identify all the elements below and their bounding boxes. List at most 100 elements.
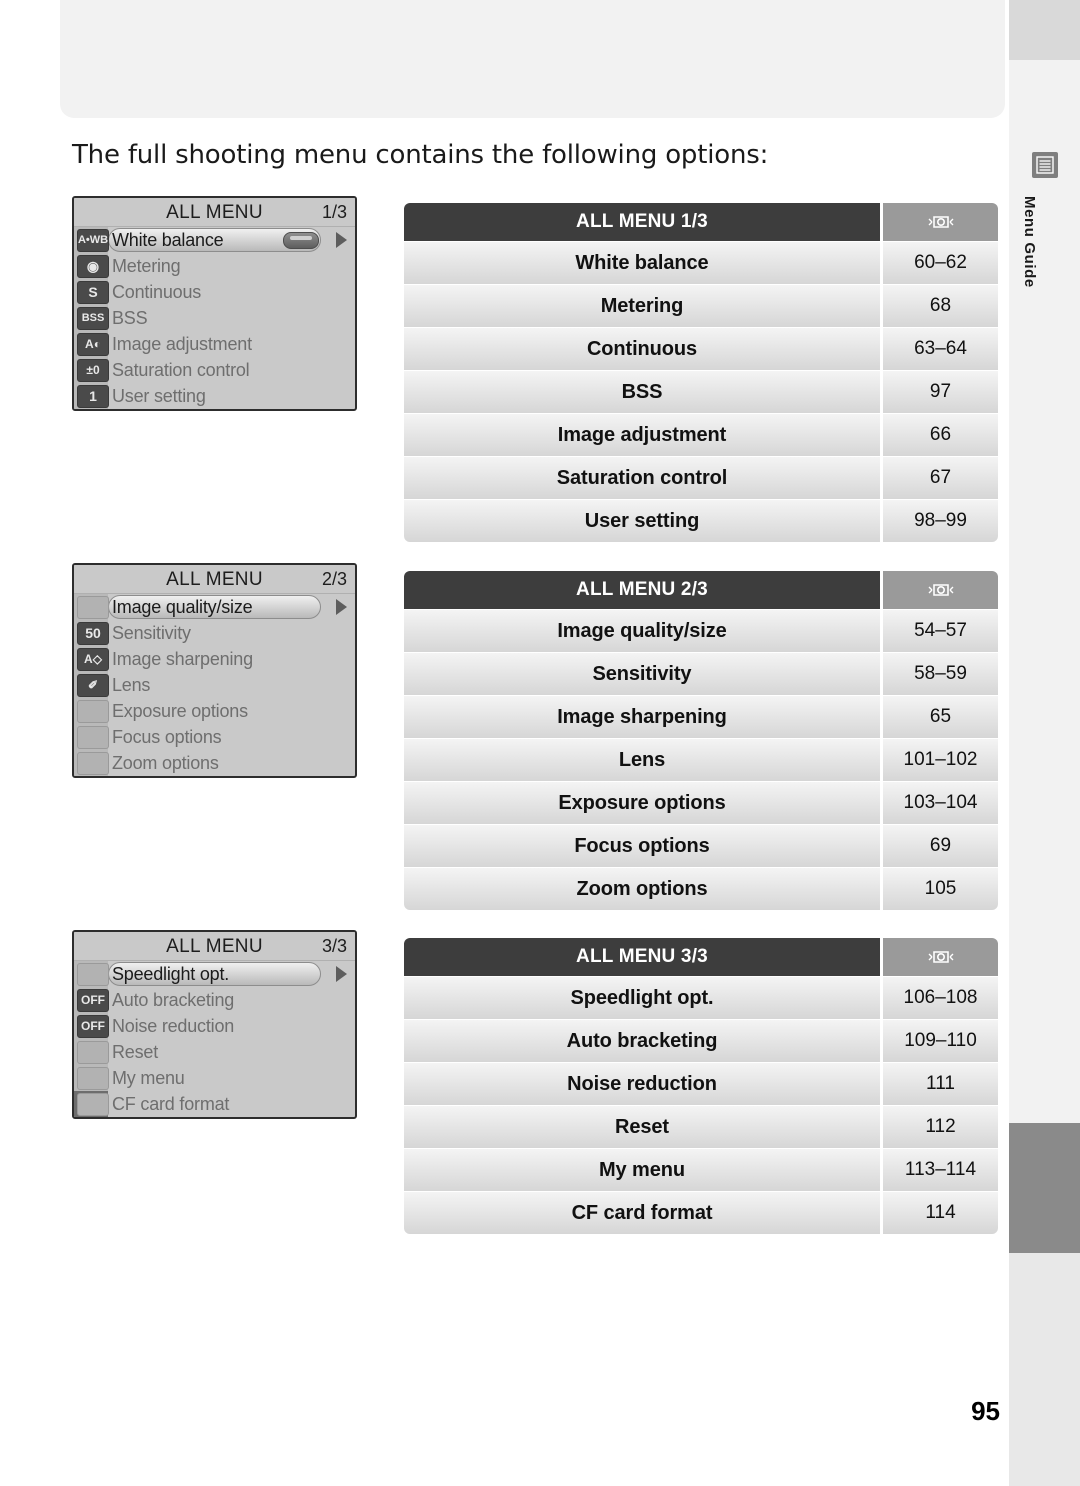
- row-label: Image quality/size: [404, 610, 880, 652]
- lcd-row[interactable]: Zoom options: [74, 750, 355, 776]
- lcd-row[interactable]: 50 Sensitivity: [74, 620, 355, 646]
- saturation-icon: ±0: [77, 358, 109, 382]
- lcd-row[interactable]: ✐ Lens: [74, 672, 355, 698]
- lcd-row[interactable]: A◐ Image adjustment: [74, 331, 355, 357]
- lcd-row[interactable]: Reset: [74, 1039, 355, 1065]
- row-pages: 109–110: [880, 1020, 998, 1062]
- row-label: Zoom options: [404, 868, 880, 910]
- lcd-row[interactable]: OFF Auto bracketing: [74, 987, 355, 1013]
- lcd-row[interactable]: Image quality/size: [74, 594, 355, 620]
- user-setting-icon: 1: [77, 384, 109, 408]
- row-label: Lens: [112, 674, 151, 695]
- lcd-row[interactable]: ±0 Saturation control: [74, 357, 355, 383]
- row-label: Image adjustment: [112, 333, 252, 354]
- row-icon: A◐: [74, 332, 112, 356]
- row-pages: 58–59: [880, 653, 998, 695]
- table-title: ALL MENU 1/3: [404, 203, 880, 241]
- row-icon: 50: [74, 621, 112, 645]
- rail-section-label: Menu Guide: [1021, 196, 1038, 288]
- menu-icon: [1032, 152, 1058, 178]
- lcd-row[interactable]: S Continuous: [74, 279, 355, 305]
- row-label: Saturation control: [112, 359, 250, 380]
- row-icon: [74, 1092, 112, 1116]
- table-row: Zoom options 105: [404, 868, 998, 910]
- row-pages: 97: [880, 371, 998, 413]
- page-header-band: [60, 0, 1005, 118]
- lcd-row[interactable]: Exposure options: [74, 698, 355, 724]
- blank-icon: [77, 751, 109, 775]
- lcd-row[interactable]: 1 User setting: [74, 383, 355, 409]
- row-label: Image adjustment: [404, 414, 880, 456]
- row-pages: 111: [880, 1063, 998, 1105]
- blank-icon: [77, 962, 109, 986]
- row-label: Image quality/size: [112, 596, 253, 617]
- row-label: Speedlight opt.: [404, 977, 880, 1019]
- blank-icon: [77, 595, 109, 619]
- chevron-right-icon: [336, 599, 347, 615]
- row-pages: 98–99: [880, 500, 998, 542]
- row-icon: [74, 962, 112, 986]
- continuous-icon: S: [77, 280, 109, 304]
- row-icon: ±0: [74, 358, 112, 382]
- row-icon: [74, 725, 112, 749]
- row-pages: 63–64: [880, 328, 998, 370]
- lcd-row-list: Speedlight opt. OFF Auto bracketing OFF …: [74, 961, 355, 1117]
- row-icon: [74, 699, 112, 723]
- table-row: CF card format 114: [404, 1192, 998, 1234]
- lcd-title: ALL MENU: [166, 202, 263, 223]
- row-label: White balance: [112, 229, 224, 250]
- lcd-row[interactable]: ◉ Metering: [74, 253, 355, 279]
- table-row: Image sharpening 65: [404, 696, 998, 738]
- row-label: My menu: [404, 1149, 880, 1191]
- table-row: Lens 101–102: [404, 739, 998, 781]
- row-pages: 67: [880, 457, 998, 499]
- lcd-row[interactable]: A•WB White balance: [74, 227, 355, 253]
- rail-block-dark: [1009, 1123, 1080, 1253]
- row-label: Reset: [404, 1106, 880, 1148]
- chevron-right-icon: [336, 966, 347, 982]
- menu-table-1: ALL MENU 1/3 White balance 60–62 Metering…: [404, 203, 998, 542]
- lcd-page-indicator: 1/3: [321, 202, 347, 222]
- auto-bracketing-icon: OFF: [77, 988, 109, 1012]
- lcd-page-indicator: 2/3: [321, 569, 347, 589]
- table-row: Noise reduction 111: [404, 1063, 998, 1105]
- row-icon: A◇: [74, 647, 112, 671]
- lcd-row[interactable]: CF card format: [74, 1091, 355, 1117]
- bss-icon: BSS: [77, 306, 109, 330]
- table-row: Image quality/size 54–57: [404, 610, 998, 652]
- table-title: ALL MENU 2/3: [404, 571, 880, 609]
- row-icon: ✐: [74, 673, 112, 697]
- rail-block-bottom: [1009, 1253, 1080, 1486]
- row-label: Noise reduction: [112, 1015, 235, 1036]
- lcd-screenshot-3: ALL MENU 3/3 Speedlight opt. OFF Auto br…: [72, 930, 357, 1119]
- row-label: Focus options: [112, 726, 222, 747]
- row-label: Auto bracketing: [112, 989, 235, 1010]
- lcd-row[interactable]: My menu: [74, 1065, 355, 1091]
- row-label: User setting: [112, 385, 206, 406]
- row-label: CF card format: [112, 1093, 230, 1114]
- row-label: CF card format: [404, 1192, 880, 1234]
- lcd-row-list: Image quality/size 50 Sensitivity A◇ Ima…: [74, 594, 355, 776]
- table-row: My menu 113–114: [404, 1149, 998, 1191]
- lcd-row[interactable]: OFF Noise reduction: [74, 1013, 355, 1039]
- table-row: Speedlight opt. 106–108: [404, 977, 998, 1019]
- table-row: Reset 112: [404, 1106, 998, 1148]
- row-icon: A•WB: [74, 228, 112, 252]
- noise-reduction-icon: OFF: [77, 1014, 109, 1038]
- row-icon: [74, 595, 112, 619]
- table-row: Saturation control 67: [404, 457, 998, 499]
- table-row: BSS 97: [404, 371, 998, 413]
- table-row: Auto bracketing 109–110: [404, 1020, 998, 1062]
- row-label: Image sharpening: [112, 648, 253, 669]
- blank-icon: [77, 1066, 109, 1090]
- table-title: ALL MENU 3/3: [404, 938, 880, 976]
- menu-table-3: ALL MENU 3/3 Speedlight opt. 106–108 Auto…: [404, 938, 998, 1234]
- lcd-row[interactable]: BSS BSS: [74, 305, 355, 331]
- lcd-row[interactable]: A◇ Image sharpening: [74, 646, 355, 672]
- row-pages: 54–57: [880, 610, 998, 652]
- lcd-row[interactable]: Focus options: [74, 724, 355, 750]
- row-icon: ◉: [74, 254, 112, 278]
- lcd-screenshot-1: ALL MENU 1/3 A•WB White balance ◉ Meteri…: [72, 196, 357, 411]
- row-label: Speedlight opt.: [112, 963, 230, 984]
- lcd-row[interactable]: Speedlight opt.: [74, 961, 355, 987]
